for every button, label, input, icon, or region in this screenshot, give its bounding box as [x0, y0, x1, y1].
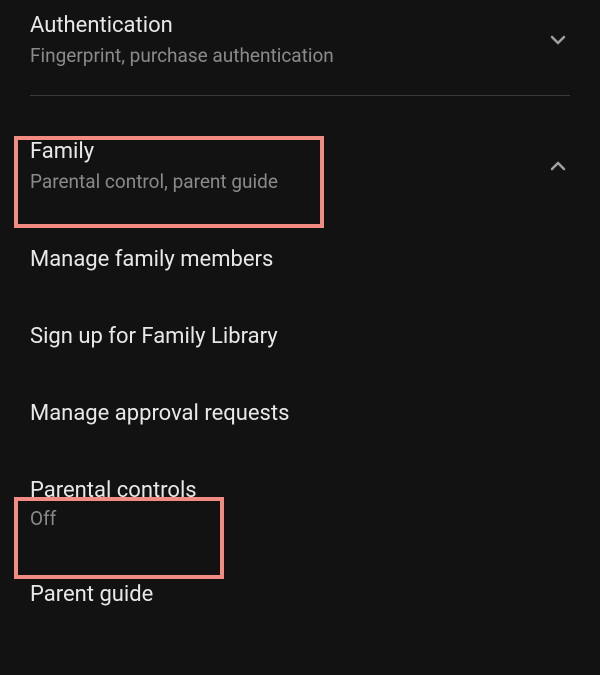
settings-list: Authentication Fingerprint, purchase aut… — [0, 0, 600, 633]
chevron-up-icon — [546, 154, 570, 178]
family-item-parental-controls[interactable]: Parental controls Off — [0, 452, 600, 556]
family-item-parent-guide[interactable]: Parent guide — [0, 556, 600, 633]
family-item-manage-members[interactable]: Manage family members — [0, 221, 600, 298]
family-item-label: Sign up for Family Library — [30, 324, 570, 349]
family-item-label: Manage family members — [30, 247, 570, 272]
section-family-subtitle: Parental control, parent guide — [30, 170, 278, 193]
section-authentication[interactable]: Authentication Fingerprint, purchase aut… — [0, 0, 600, 85]
family-item-status: Off — [30, 507, 570, 530]
family-item-label: Parent guide — [30, 582, 570, 607]
chevron-down-icon — [546, 28, 570, 52]
family-item-label: Manage approval requests — [30, 401, 570, 426]
section-authentication-content: Authentication Fingerprint, purchase aut… — [30, 13, 334, 67]
divider — [30, 95, 570, 96]
section-family-content: Family Parental control, parent guide — [30, 139, 278, 193]
family-item-signup-library[interactable]: Sign up for Family Library — [0, 298, 600, 375]
section-family-title: Family — [30, 139, 278, 164]
section-authentication-title: Authentication — [30, 13, 334, 38]
family-item-approval-requests[interactable]: Manage approval requests — [0, 375, 600, 452]
section-family[interactable]: Family Parental control, parent guide — [0, 121, 600, 211]
family-sub-items: Manage family members Sign up for Family… — [0, 211, 600, 633]
family-item-label: Parental controls — [30, 478, 570, 503]
section-authentication-subtitle: Fingerprint, purchase authentication — [30, 44, 334, 67]
